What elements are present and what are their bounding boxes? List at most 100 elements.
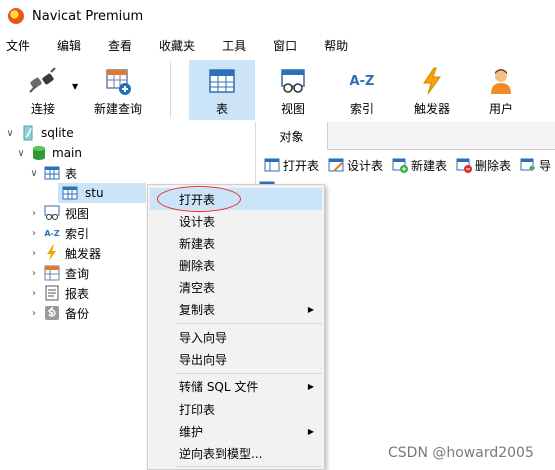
table-group-icon xyxy=(44,165,60,181)
menu-item-reverse-model[interactable]: 逆向表到模型... xyxy=(150,442,322,464)
design-table-button[interactable]: 设计表 xyxy=(328,157,383,174)
view-label: 视图 xyxy=(280,102,305,116)
tree-node-table-stu[interactable]: stu xyxy=(58,183,146,203)
toolbar-separator xyxy=(170,62,171,118)
menu-item-import-wizard[interactable]: 导入向导 xyxy=(150,326,322,348)
tree-node-indexes[interactable]: › A-Z 索引 xyxy=(28,223,89,243)
query-icon xyxy=(44,265,60,281)
connect-button[interactable]: 连接 xyxy=(8,60,78,120)
lightning-icon xyxy=(44,245,60,261)
connect-label: 连接 xyxy=(30,102,55,116)
open-table-icon xyxy=(264,158,280,172)
tree-node-database[interactable]: ∨ main xyxy=(15,143,82,163)
submenu-arrow-icon: ▶ xyxy=(307,381,314,391)
tree-node-reports[interactable]: › 报表 xyxy=(28,283,89,303)
window-title: Navicat Premium xyxy=(32,8,144,24)
expand-arrow-icon[interactable]: › xyxy=(28,228,40,239)
tab-objects[interactable]: 对象 xyxy=(256,122,328,150)
new-query-label: 新建查询 xyxy=(93,102,142,116)
view-icon xyxy=(44,205,60,221)
menu-item-empty-table[interactable]: 清空表 xyxy=(150,276,322,298)
lightning-icon xyxy=(417,66,447,96)
menu-favorites[interactable]: 收藏夹 xyxy=(159,37,195,54)
open-table-button[interactable]: 打开表 xyxy=(264,157,319,174)
tree-node-views[interactable]: › 视图 xyxy=(28,203,89,223)
tree-node-triggers[interactable]: › 触发器 xyxy=(28,243,101,263)
index-button[interactable]: A-Z 索引 xyxy=(329,60,395,120)
expand-arrow-icon[interactable]: › xyxy=(28,268,40,279)
submenu-arrow-icon: ▶ xyxy=(307,426,314,436)
index-az-icon: A-Z xyxy=(349,73,375,89)
tree-label-queries: 查询 xyxy=(65,266,90,281)
tree-label-database: main xyxy=(52,146,82,160)
index-label: 索引 xyxy=(349,102,374,116)
menu-item-dump-sql[interactable]: 转储 SQL 文件 ▶ xyxy=(150,375,322,397)
delete-table-button[interactable]: 删除表 xyxy=(456,157,511,174)
database-icon xyxy=(31,145,47,161)
menu-item-maintain[interactable]: 维护 ▶ xyxy=(150,420,322,442)
backup-icon xyxy=(44,305,60,321)
menu-file[interactable]: 文件 xyxy=(6,37,30,54)
tree-label-connection: sqlite xyxy=(41,126,74,140)
delete-table-icon xyxy=(456,158,473,173)
new-table-icon xyxy=(392,158,409,173)
menu-item-new-table[interactable]: 新建表 xyxy=(150,232,322,254)
view-button[interactable]: 视图 xyxy=(260,60,326,120)
annotation-circle xyxy=(157,186,241,212)
expand-arrow-icon[interactable]: › xyxy=(28,248,40,259)
design-table-icon xyxy=(328,158,344,172)
menu-item-design-table[interactable]: 设计表 xyxy=(150,210,322,232)
menu-edit[interactable]: 编辑 xyxy=(57,37,81,54)
user-icon xyxy=(486,66,516,96)
collapse-arrow-icon[interactable]: ∨ xyxy=(15,148,27,159)
tab-strip: 对象 xyxy=(256,122,555,150)
report-icon xyxy=(44,285,60,301)
watermark: CSDN @howard2005 xyxy=(388,445,534,461)
tree-node-tables[interactable]: ∨ 表 xyxy=(28,163,77,183)
trigger-label: 触发器 xyxy=(413,102,450,116)
user-button[interactable]: 用户 xyxy=(468,60,534,120)
title-bar: Navicat Premium xyxy=(0,0,555,32)
new-table-button[interactable]: 新建表 xyxy=(392,157,447,174)
menu-item-copy-table[interactable]: 复制表 ▶ xyxy=(150,298,322,320)
context-menu: 打开表 设计表 新建表 删除表 清空表 复制表 ▶ 导入向导 导出向导 转储 S… xyxy=(147,184,325,470)
navicat-logo-icon xyxy=(8,8,24,24)
index-az-icon: A-Z xyxy=(44,228,60,238)
menu-item-print-table[interactable]: 打印表 xyxy=(150,398,322,420)
menu-help[interactable]: 帮助 xyxy=(324,37,348,54)
user-label: 用户 xyxy=(488,102,513,116)
collapse-arrow-icon[interactable]: ∨ xyxy=(28,168,40,179)
tree-label-triggers: 触发器 xyxy=(65,246,102,261)
menu-bar: 文件 编辑 查看 收藏夹 工具 窗口 帮助 xyxy=(0,34,555,56)
menu-separator xyxy=(176,466,322,467)
menu-tools[interactable]: 工具 xyxy=(222,37,246,54)
new-query-button[interactable]: 新建查询 xyxy=(86,60,150,120)
tree-label-stu: stu xyxy=(85,186,104,200)
tree-node-connection[interactable]: ∨ sqlite xyxy=(4,123,74,143)
submenu-arrow-icon: ▶ xyxy=(307,304,314,314)
expand-arrow-icon[interactable]: › xyxy=(28,288,40,299)
menu-item-delete-table[interactable]: 删除表 xyxy=(150,254,322,276)
connect-dropdown-icon[interactable]: ▼ xyxy=(72,82,78,91)
new-query-icon xyxy=(103,66,133,96)
sqlite-connection-icon xyxy=(20,125,36,141)
tree-label-views: 视图 xyxy=(65,206,90,221)
view-icon xyxy=(278,66,308,96)
menu-separator xyxy=(176,323,322,324)
tree-node-queries[interactable]: › 查询 xyxy=(28,263,89,283)
collapse-arrow-icon[interactable]: ∨ xyxy=(4,128,16,139)
table-button[interactable]: 表 xyxy=(189,60,255,120)
expand-arrow-icon[interactable]: › xyxy=(28,308,40,319)
tree-label-tables: 表 xyxy=(65,166,78,181)
tree-label-backups: 备份 xyxy=(65,306,90,321)
import-button[interactable]: 导 xyxy=(520,157,551,174)
menu-item-export-wizard[interactable]: 导出向导 xyxy=(150,348,322,370)
expand-arrow-icon[interactable]: › xyxy=(28,208,40,219)
trigger-button[interactable]: 触发器 xyxy=(399,60,465,120)
menu-separator xyxy=(176,373,322,374)
menu-view[interactable]: 查看 xyxy=(108,37,132,54)
menu-window[interactable]: 窗口 xyxy=(273,37,297,54)
tree-label-indexes: 索引 xyxy=(65,226,90,241)
tree-node-backups[interactable]: › 备份 xyxy=(28,303,89,323)
tree-label-reports: 报表 xyxy=(65,286,90,301)
